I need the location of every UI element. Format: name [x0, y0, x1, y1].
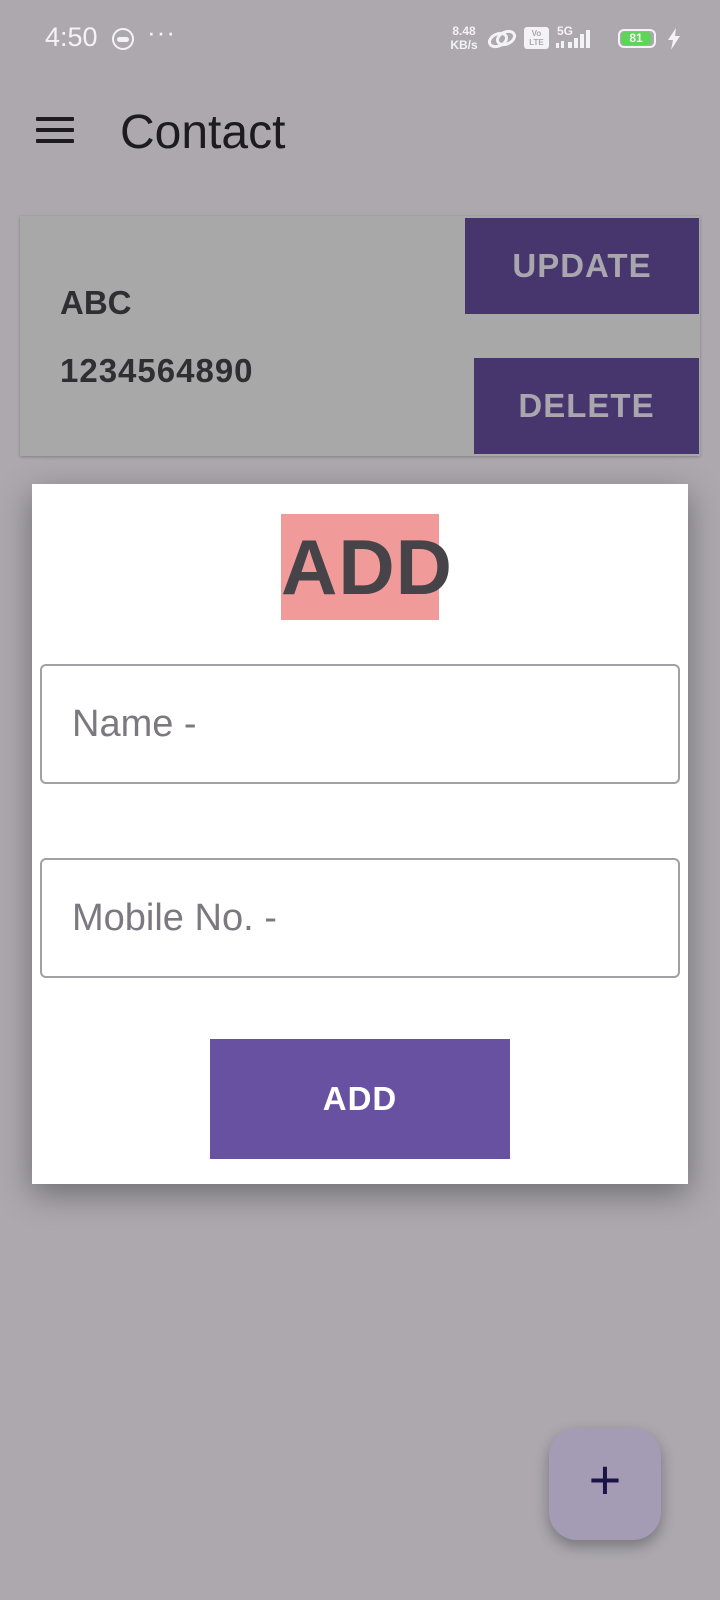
update-button[interactable]: UPDATE — [465, 218, 699, 314]
network-speed-unit: KB/s — [450, 38, 478, 52]
notification-face-icon — [112, 28, 134, 50]
more-notifications-icon: ··· — [147, 17, 176, 47]
add-button[interactable]: ADD — [210, 1039, 510, 1159]
network-speed-value: 8.48 — [452, 24, 476, 38]
status-time: 4:50 — [45, 22, 98, 52]
mobile-number-input[interactable] — [40, 858, 680, 978]
dialog-title: ADD — [281, 514, 452, 620]
battery-level: 81 — [621, 32, 651, 45]
volte-icon: Vo LTE — [524, 27, 549, 49]
hotspot-link-icon — [486, 28, 518, 55]
contact-name: ABC — [60, 284, 132, 321]
battery-icon: 81 — [618, 29, 656, 48]
status-bar: 4:50 ··· 8.48 KB/s Vo LTE 5G 81 — [0, 0, 720, 80]
delete-button[interactable]: DELETE — [474, 358, 699, 454]
name-input[interactable] — [40, 664, 680, 784]
contact-number: 1234564890 — [60, 352, 254, 389]
charging-bolt-icon — [667, 28, 681, 55]
add-contact-dialog: ADD ADD — [32, 484, 688, 1184]
contact-card: ABC 1234564890 UPDATE DELETE — [20, 216, 700, 456]
add-contact-fab[interactable]: + — [549, 1428, 661, 1540]
page-title: Contact — [120, 106, 286, 159]
network-speed: 8.48 KB/s — [446, 24, 482, 52]
hamburger-menu-icon[interactable] — [36, 115, 76, 145]
network-type: 5G — [557, 24, 574, 38]
plus-icon: + — [588, 1448, 622, 1511]
